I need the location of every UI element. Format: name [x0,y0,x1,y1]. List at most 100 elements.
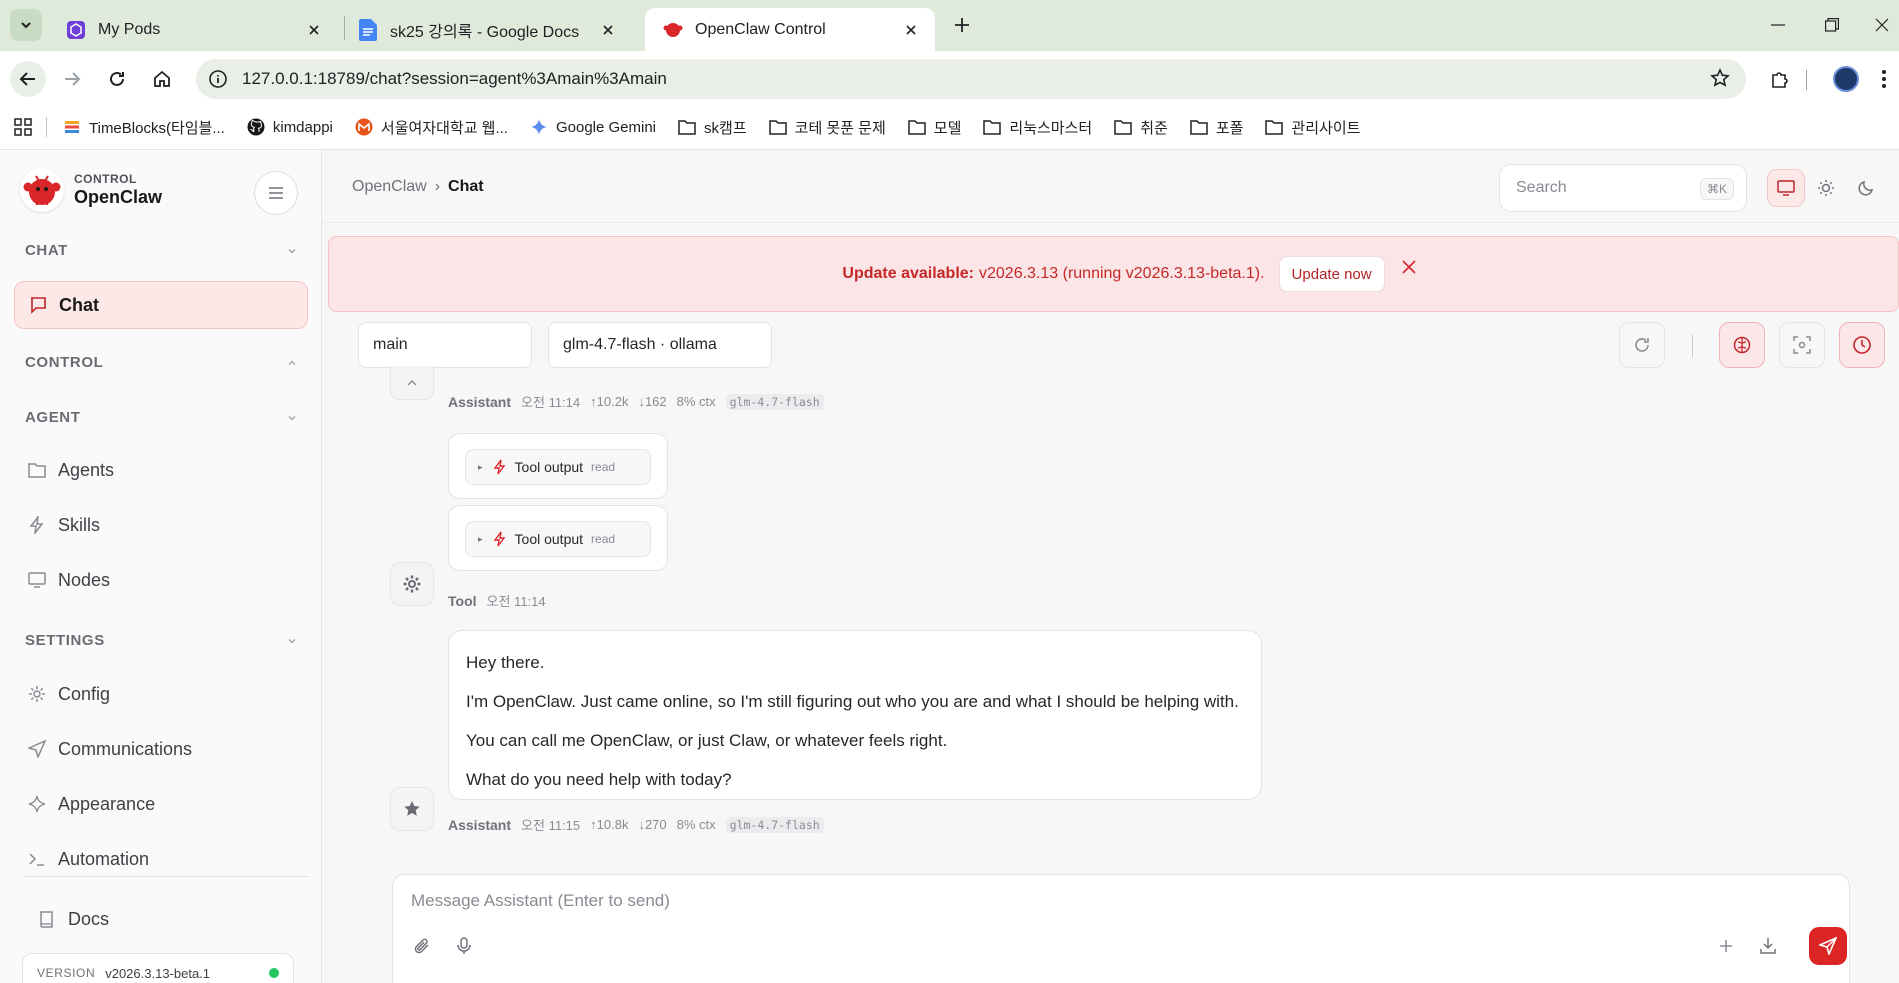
bookmark-folder-jobs[interactable]: 취준 [1114,117,1168,138]
sidebar-item-agents[interactable]: Agents [14,446,308,494]
tab-google-docs[interactable]: sk25 강의록 - Google Docs [340,8,632,51]
close-icon[interactable] [901,20,921,40]
history-button[interactable] [1839,322,1885,368]
breadcrumb-root[interactable]: OpenClaw [352,178,427,196]
bookmark-folder-linux[interactable]: 리눅스마스터 [983,117,1092,138]
new-session-button[interactable] [1711,931,1741,961]
folder-icon [26,459,48,481]
bookmark-folder-skcamp[interactable]: sk캠프 [678,117,747,138]
chevron-down-icon [288,415,296,420]
refresh-button[interactable] [1619,322,1665,368]
send-button[interactable] [1809,927,1847,965]
bookmark-folder-model[interactable]: 모델 [908,117,961,138]
university-icon [355,118,373,136]
tool-avatar [390,562,434,606]
back-button[interactable] [10,61,46,97]
theme-light-button[interactable] [1807,169,1845,207]
tool-output-toggle[interactable]: ▸ Tool output read [465,449,651,485]
bookmark-label: 취준 [1140,119,1168,137]
theme-dark-button[interactable] [1847,169,1885,207]
focus-mode-button[interactable] [1779,322,1825,368]
site-info-icon[interactable] [200,61,236,97]
sun-icon [1818,180,1834,196]
plus-icon [955,18,969,32]
message-composer[interactable]: Message Assistant (Enter to send) [392,874,1850,983]
theme-system-button[interactable] [1767,169,1805,207]
message-line: You can call me OpenClaw, or just Claw, … [466,731,948,750]
chevron-down-icon [288,248,296,253]
bookmark-swu[interactable]: 서울여자대학교 웹... [355,117,508,138]
sidebar-item-communications[interactable]: Communications [14,725,308,773]
voice-input-button[interactable] [449,931,479,961]
main-content: OpenClaw › Chat Search ⌘K Update availab… [322,150,1899,983]
chevron-down-icon [21,22,31,29]
update-now-button[interactable]: Update now [1278,256,1385,292]
bookmark-folder-portfolio[interactable]: 포폴 [1190,117,1243,138]
google-docs-icon [358,18,378,41]
section-chat[interactable]: CHAT [25,242,297,259]
bookmark-timeblocks[interactable]: TimeBlocks(타임블... [63,117,225,138]
minimize-button[interactable] [1758,10,1798,40]
profile-button[interactable] [1828,61,1864,97]
window-close-button[interactable] [1862,10,1899,40]
attach-button[interactable] [407,931,437,961]
search-shortcut: ⌘K [1699,178,1734,200]
section-settings[interactable]: SETTINGS [25,632,297,649]
monitor-icon [26,569,48,591]
search-input[interactable]: Search ⌘K [1499,164,1747,212]
sender-name: Assistant [448,393,512,410]
agent-select-value: main [373,336,408,353]
tab-openclaw-control[interactable]: OpenClaw Control [645,8,935,51]
close-icon[interactable] [1397,255,1421,279]
caret-right-icon: ▸ [478,461,483,472]
restore-button[interactable] [1812,10,1852,40]
section-control[interactable]: CONTROL [25,354,297,371]
chat-bubble-icon [27,294,49,316]
extensions-button[interactable] [1762,61,1798,97]
close-icon[interactable] [598,20,618,40]
clock-icon [1853,336,1871,354]
folder-icon [768,118,787,136]
new-tab-button[interactable] [948,11,976,39]
sidebar-toggle-button[interactable] [254,171,298,215]
folder-icon [1114,118,1132,136]
sidebar-item-docs[interactable]: Docs [24,895,318,943]
close-icon[interactable] [304,20,324,40]
bookmark-kimdappi[interactable]: kimdappi [247,118,333,136]
folder-icon [678,118,696,136]
home-button[interactable] [144,61,180,97]
sidebar-item-config[interactable]: Config [14,670,308,718]
export-button[interactable] [1753,931,1783,961]
bookmark-folder-admin[interactable]: 관리사이트 [1265,117,1360,138]
chevron-down-icon [288,638,296,643]
bookmark-gemini[interactable]: Google Gemini [530,118,656,136]
tab-search-button[interactable] [10,9,42,41]
agent-select[interactable]: main [358,322,532,368]
sidebar-item-nodes[interactable]: Nodes [14,556,308,604]
bookmark-folder-coding-test[interactable]: 코테 못푼 문제 [768,117,886,138]
apps-button[interactable] [14,118,32,136]
brand-name: OpenClaw [74,187,163,207]
sidebar-item-skills[interactable]: Skills [14,501,308,549]
sidebar-item-appearance[interactable]: Appearance [14,780,308,828]
tool-output-toggle[interactable]: ▸ Tool output read [465,521,651,557]
bookmark-star-icon[interactable] [1710,68,1730,88]
sidebar-item-chat[interactable]: Chat [14,281,308,329]
section-agent[interactable]: AGENT [25,409,297,426]
address-bar[interactable]: 127.0.0.1:18789/chat?session=agent%3Amai… [196,59,1746,99]
tab-title: OpenClaw Control [695,20,826,38]
breadcrumb: OpenClaw › Chat [352,178,484,196]
arrow-right-icon [65,72,81,86]
browser-menu-button[interactable] [1872,61,1896,97]
message-line: What do you need help with today? [466,770,732,789]
forward-button[interactable] [54,61,90,97]
bookmark-label: 리눅스마스터 [1009,119,1093,137]
reload-button[interactable] [99,61,135,97]
tokens-out: ↓162 [638,394,667,409]
model-select[interactable]: glm-4.7-flash · ollama [548,322,772,368]
message-meta: Tool 오전 11:14 [448,591,556,610]
tab-my-pods[interactable]: My Pods [48,8,338,51]
gear-icon [403,575,421,593]
caret-right-icon: ▸ [478,533,483,544]
thinking-toggle-button[interactable] [1719,322,1765,368]
